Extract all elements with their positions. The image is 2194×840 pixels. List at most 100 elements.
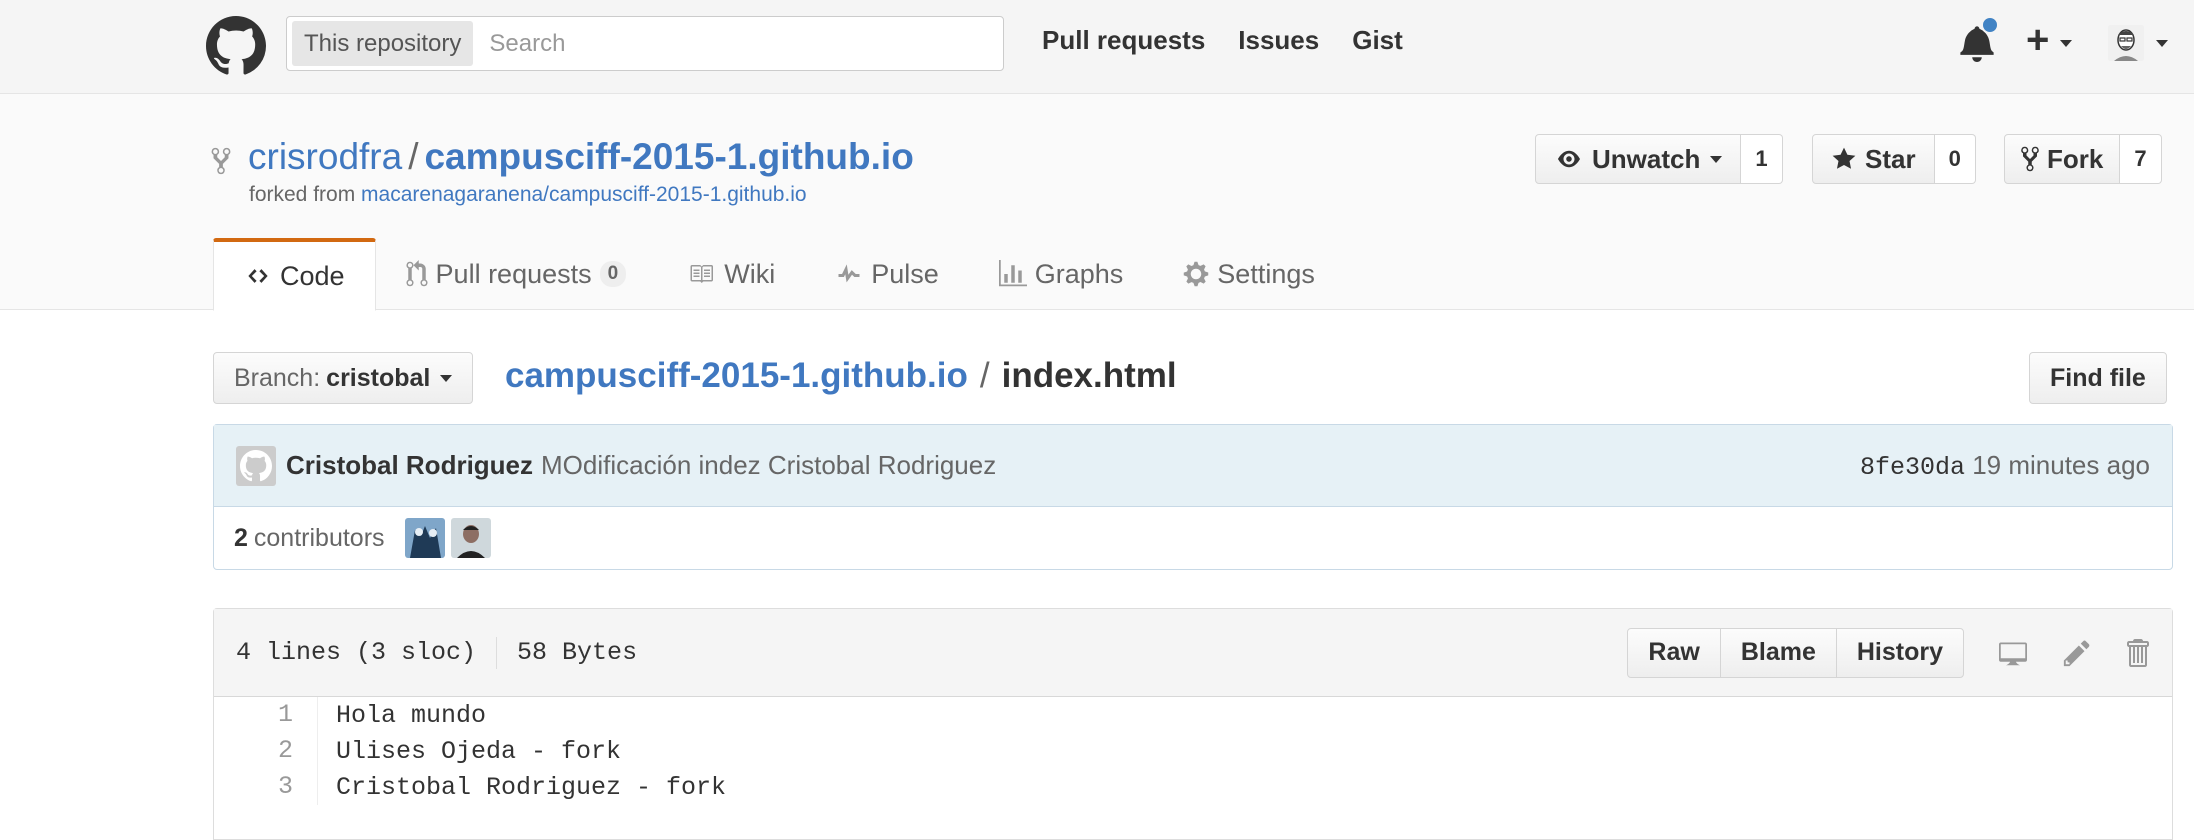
repo-name-link[interactable]: campusciff-2015-1.github.io [424,136,913,177]
forked-from: forked from macarenagaranena/campusciff-… [249,183,807,207]
fork-button[interactable]: Fork [2004,134,2121,184]
repo-owner-link[interactable]: crisrodfra [248,136,402,177]
search-input[interactable] [489,29,970,58]
commit-time: 19 minutes ago [1972,449,2150,480]
line-number[interactable]: 2 [214,733,318,769]
top-nav: Pull requests Issues Gist [1042,25,1403,56]
book-icon [690,265,714,283]
commit-sha-link[interactable]: 8fe30da [1860,453,1965,482]
tab-settings[interactable]: Settings [1153,238,1345,310]
site-header: This repository Pull requests Issues Gis… [0,0,2194,94]
commit-meta: 8fe30da 19 minutes ago [1860,450,2150,482]
repo-nav: Code Pull requests 0 Wiki Pulse Graphs S… [213,238,1345,311]
contributor-avatar-1[interactable] [404,518,445,558]
nav-gist[interactable]: Gist [1352,25,1403,56]
tab-pull-requests-label: Pull requests [435,258,592,289]
delete-file-action[interactable] [2124,637,2150,669]
tab-code[interactable]: Code [213,238,376,311]
forked-from-link[interactable]: macarenagaranena/campusciff-2015-1.githu… [361,183,807,206]
branch-select-button[interactable]: Branch: cristobal [213,352,474,404]
user-avatar[interactable] [2108,25,2144,61]
file-button-group: Raw Blame History [1627,627,1964,678]
contributor-avatar-2[interactable] [450,518,491,558]
line-number[interactable]: 1 [214,697,318,733]
eye-icon [1558,150,1580,168]
file-info-divider [496,636,498,669]
tab-wiki-label: Wiki [724,258,776,289]
user-menu-caret-icon[interactable] [2156,40,2168,47]
file-header: 4 lines (3 sloc) 58 Bytes Raw Blame Hist… [214,609,2172,697]
file-lines-info: 4 lines (3 sloc) [236,638,477,667]
commit-tease: Cristobal Rodriguez MOdificación indez C… [214,425,2172,507]
pull-requests-count-badge: 0 [599,261,627,287]
create-new-caret-icon[interactable] [2060,40,2072,47]
code-line: 3 Cristobal Rodriguez - fork [214,769,2172,805]
pencil-icon [2063,640,2090,666]
breadcrumb-file: index.html [1001,356,1177,395]
repo-forked-icon [211,147,231,175]
pulse-icon [838,264,860,283]
search-scope-label: This repository [292,21,474,66]
line-content: Cristobal Rodriguez - fork [336,772,727,802]
file-box: 4 lines (3 sloc) 58 Bytes Raw Blame Hist… [213,608,2173,840]
contributors-row: 2 contributors [214,507,2172,569]
repo-fork-icon [2021,146,2039,172]
breadcrumb-separator: / [979,356,990,395]
find-file-button[interactable]: Find file [2029,352,2167,404]
contributors-count: 2 [234,523,248,552]
create-new-icon[interactable]: + [2026,20,2049,60]
unwatch-caret-icon [1710,155,1723,163]
gear-icon [1184,261,1209,287]
contributors-label: contributors [253,523,385,552]
open-desktop-action[interactable] [1996,639,2030,667]
unwatch-label: Unwatch [1592,143,1701,174]
graph-icon [998,260,1027,287]
tab-code-label: Code [280,260,345,291]
nav-pull-requests[interactable]: Pull requests [1042,25,1205,56]
watch-action: Unwatch 1 [1535,134,1783,184]
repo-title-separator: / [408,136,419,177]
breadcrumb: campusciff-2015-1.github.io / index.html [505,356,1177,396]
breadcrumb-repo-link[interactable]: campusciff-2015-1.github.io [505,356,968,395]
branch-label: Branch: [234,363,321,392]
edit-file-action[interactable] [2062,638,2092,668]
code-icon [248,269,268,283]
line-content: Hola mundo [336,700,487,730]
unwatch-button[interactable]: Unwatch [1535,134,1742,184]
tab-pulse[interactable]: Pulse [805,238,969,310]
watchers-count[interactable]: 1 [1741,134,1783,184]
unread-indicator [1981,16,1999,34]
commit-message-link[interactable]: MOdificación indez Cristobal Rodriguez [541,450,996,481]
fork-action: Fork 7 [2004,134,2162,184]
octocat-avatar-icon [240,449,272,481]
commit-author-link[interactable]: Cristobal Rodriguez [286,450,533,481]
tab-wiki[interactable]: Wiki [656,238,805,310]
line-number[interactable]: 3 [214,769,318,805]
forks-count[interactable]: 7 [2120,134,2162,184]
commit-author-avatar[interactable] [236,445,276,486]
forked-from-label: forked from [249,183,356,206]
code-line: 1 Hola mundo [214,697,2172,733]
tab-graphs[interactable]: Graphs [969,238,1154,310]
desktop-icon [1999,642,2027,665]
tab-settings-label: Settings [1217,258,1315,289]
code-table: 1 Hola mundo 2 Ulises Ojeda - fork 3 Cri… [214,697,2172,805]
tab-pull-requests[interactable]: Pull requests 0 [376,238,657,310]
tab-pulse-label: Pulse [871,258,939,289]
raw-button[interactable]: Raw [1627,627,1721,678]
git-pull-request-icon [406,260,428,287]
star-label: Star [1865,143,1916,174]
stars-count[interactable]: 0 [1934,134,1976,184]
user-avatar-icon [2108,25,2144,61]
blame-button[interactable]: Blame [1719,627,1837,678]
code-line: 2 Ulises Ojeda - fork [214,733,2172,769]
history-button[interactable]: History [1835,627,1964,678]
line-content: Ulises Ojeda - fork [336,736,622,766]
file-size-info: 58 Bytes [517,638,638,667]
branch-name: cristobal [326,363,431,392]
fork-label: Fork [2047,143,2104,174]
github-logo-icon[interactable] [206,16,266,76]
star-button[interactable]: Star [1812,134,1935,184]
search-bar: This repository [286,16,1004,71]
nav-issues[interactable]: Issues [1238,25,1319,56]
